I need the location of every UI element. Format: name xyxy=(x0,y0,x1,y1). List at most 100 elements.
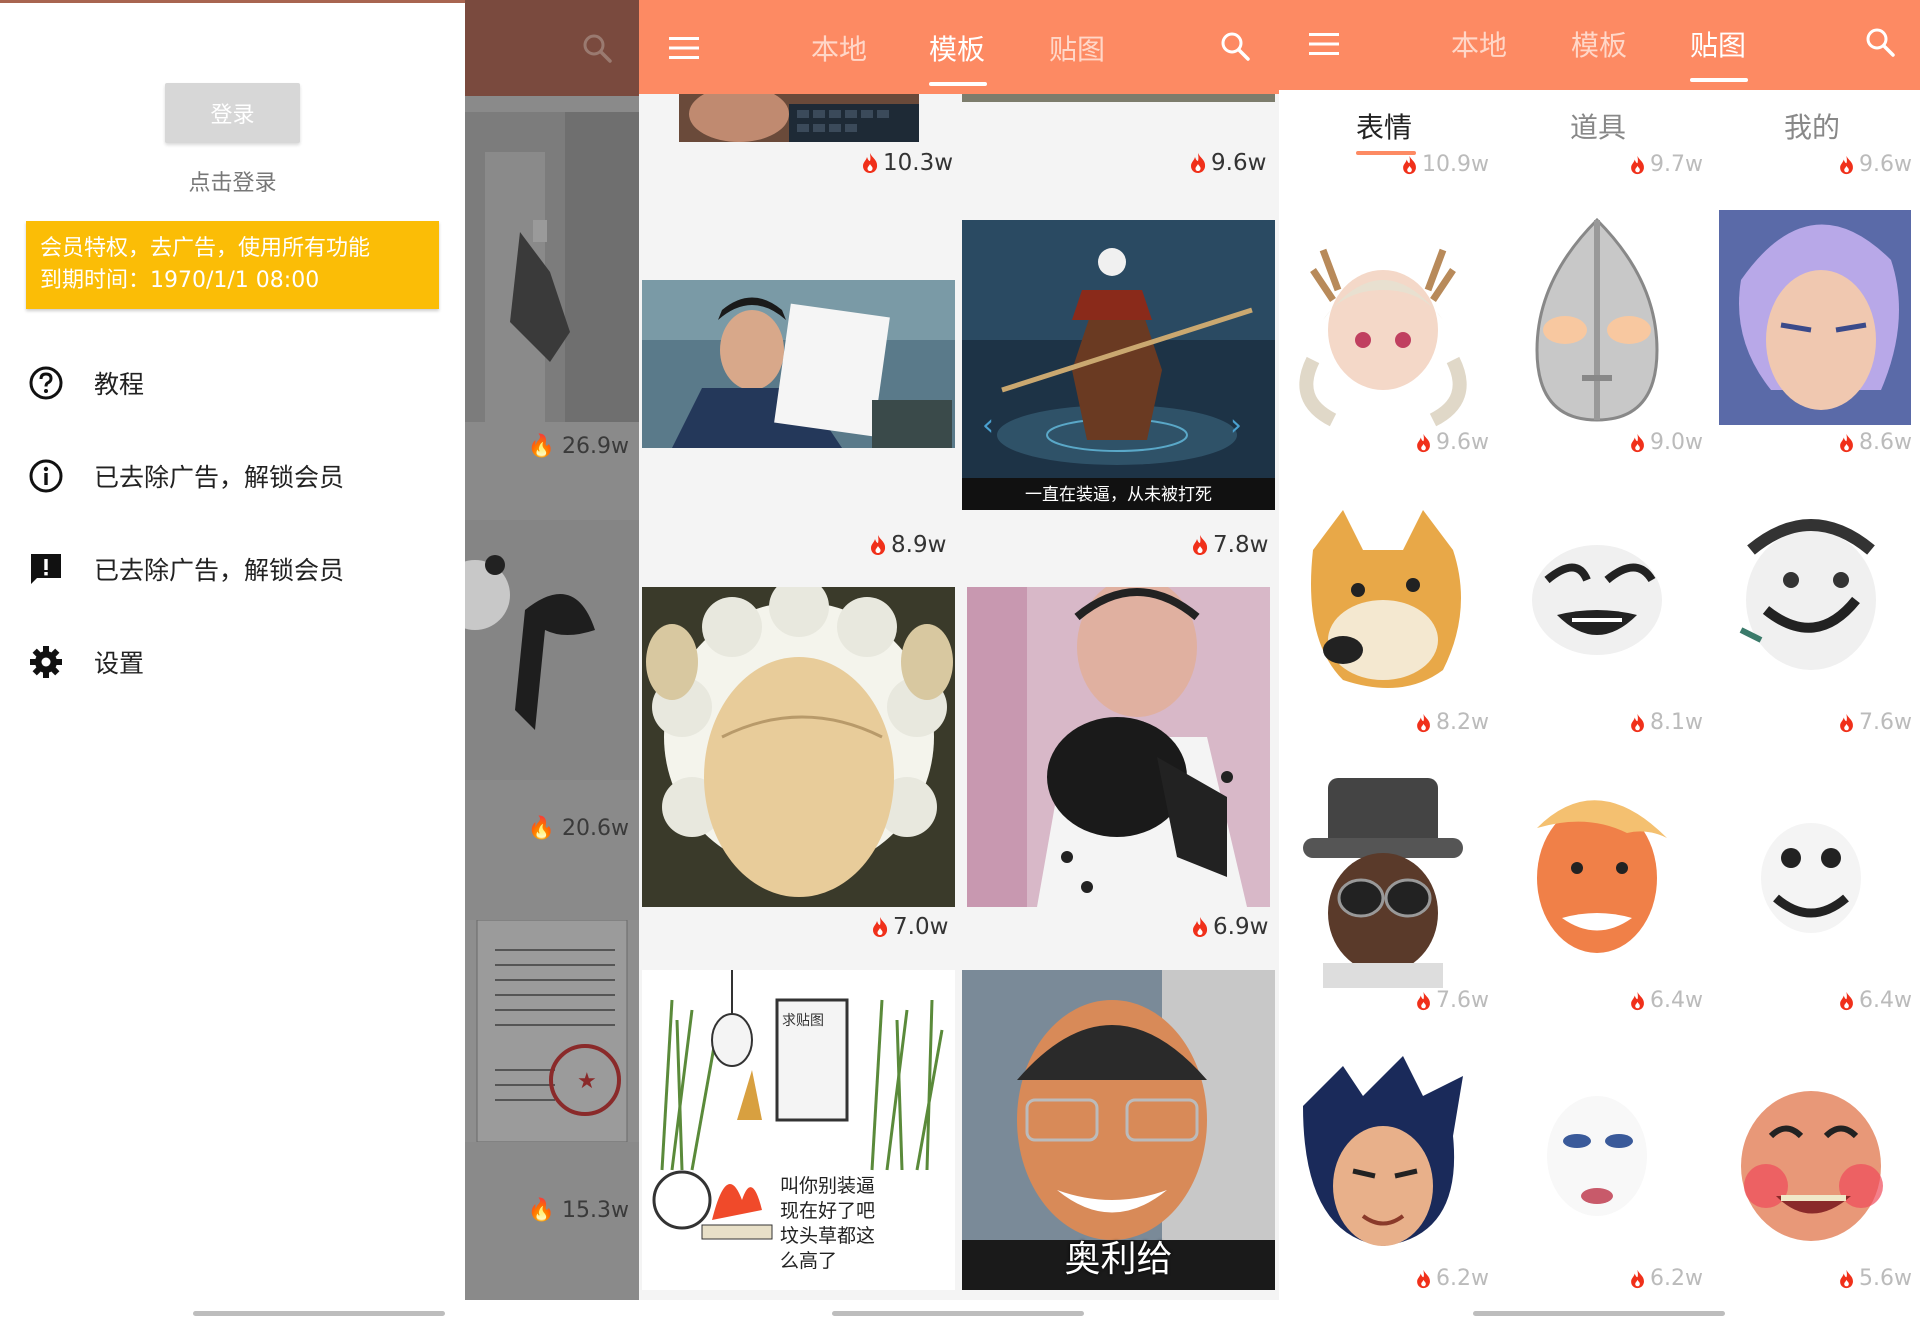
menu-icon[interactable] xyxy=(669,36,699,64)
tab-templates[interactable]: 模板 xyxy=(1571,24,1627,64)
svg-text:★: ★ xyxy=(577,1069,597,1094)
fire-icon xyxy=(1631,713,1644,732)
view-count: 9.6w xyxy=(1838,152,1912,177)
dimmed-thumbnail xyxy=(440,520,639,780)
home-indicator[interactable] xyxy=(193,1311,445,1316)
sticker-item[interactable] xyxy=(1497,210,1702,430)
view-count: 8.1w xyxy=(1629,710,1703,735)
menu-icon[interactable] xyxy=(1309,32,1339,60)
sticker-item[interactable] xyxy=(1497,768,1702,988)
sticker-item[interactable] xyxy=(1283,210,1488,430)
caption-text: 奥利给 xyxy=(1064,1239,1173,1280)
fire-icon xyxy=(1417,713,1430,732)
app-bar: 本地 模板 贴图 xyxy=(1279,0,1920,90)
gear-icon xyxy=(26,642,66,682)
view-count: 9.6w xyxy=(1189,150,1266,176)
fire-icon xyxy=(1631,1269,1644,1288)
sticker-item[interactable] xyxy=(1711,490,1916,710)
view-count: 7.0w xyxy=(871,914,948,940)
tab-local[interactable]: 本地 xyxy=(811,28,867,68)
sticker-item[interactable] xyxy=(1283,1046,1488,1266)
search-icon[interactable] xyxy=(1219,30,1251,66)
menu-item-label: 已去除广告，解锁会员 xyxy=(94,463,345,492)
view-count: 9.6w xyxy=(1415,430,1489,455)
view-count: 8.2w xyxy=(1415,710,1489,735)
tab-templates[interactable]: 模板 xyxy=(929,28,985,68)
view-count: 6.2w xyxy=(1629,1266,1703,1291)
home-indicator[interactable] xyxy=(1473,1311,1725,1316)
template-thumbnail[interactable] xyxy=(642,587,955,907)
app-bar: 本地 模板 贴图 xyxy=(639,0,1279,94)
fire-icon xyxy=(1403,155,1416,174)
view-count: 8.6w xyxy=(1838,430,1912,455)
sticker-item[interactable] xyxy=(1711,210,1916,430)
fire-icon xyxy=(1631,991,1644,1010)
login-hint[interactable]: 点击登录 xyxy=(0,165,465,197)
info-icon xyxy=(26,456,66,496)
subtab-props[interactable]: 道具 xyxy=(1570,106,1626,146)
view-count: 5.6w xyxy=(1838,1266,1912,1291)
tab-stickers[interactable]: 贴图 xyxy=(1690,24,1746,64)
sticker-item[interactable] xyxy=(1497,1046,1702,1266)
vip-expiry-text: 到期时间：1970/1/1 08:00 xyxy=(40,268,320,293)
menu-item-tutorial[interactable]: 教程 xyxy=(0,353,465,413)
tab-local[interactable]: 本地 xyxy=(1451,24,1507,64)
view-count: 7.6w xyxy=(1838,710,1912,735)
menu-item-unlock-vip[interactable]: 已去除广告，解锁会员 xyxy=(0,539,465,599)
vip-banner[interactable]: 会员特权，去广告，使用所有功能 到期时间：1970/1/1 08:00 xyxy=(26,221,439,309)
subtab-mine[interactable]: 我的 xyxy=(1784,106,1840,146)
menu-item-label: 教程 xyxy=(94,370,145,399)
template-thumbnail[interactable]: 奥利给 xyxy=(962,970,1275,1290)
template-thumbnail[interactable] xyxy=(642,280,955,448)
template-thumbnail[interactable]: ‹ › 一直在装逼，从未被打死 xyxy=(962,220,1275,510)
sticker-item[interactable] xyxy=(1497,490,1702,710)
view-count: 6.9w xyxy=(1191,914,1268,940)
fire-icon xyxy=(873,917,888,937)
template-thumbnail[interactable] xyxy=(679,94,919,142)
template-thumbnail[interactable]: 求贴图 叫你别装逼 现在好了吧 坟头草都这 么高了 xyxy=(642,970,955,1290)
view-count: 9.0w xyxy=(1629,430,1703,455)
dimmed-background[interactable]: 🔥 26.9w 🔥 20.6w ★ 🔥 15.3w xyxy=(440,0,639,1300)
search-icon[interactable] xyxy=(1864,26,1896,62)
fire-icon xyxy=(1193,535,1208,555)
view-count: 10.9w xyxy=(1401,152,1489,177)
view-count: 6.4w xyxy=(1629,988,1703,1013)
template-thumbnail[interactable] xyxy=(962,94,1275,102)
home-indicator[interactable] xyxy=(832,1311,1084,1316)
view-count: 10.3w xyxy=(861,150,953,176)
tab-stickers[interactable]: 贴图 xyxy=(1049,28,1105,68)
caption-text: 叫你别装逼 现在好了吧 坟头草都这 么高了 xyxy=(780,1175,876,1272)
login-button[interactable]: 登录 xyxy=(165,83,300,143)
fire-icon xyxy=(1840,991,1853,1010)
svg-text:‹: ‹ xyxy=(982,408,994,443)
tombstone-text: 求贴图 xyxy=(782,1013,824,1029)
screen-templates: 本地 模板 贴图 10.3w 9.6w 8.9w ‹ › 一直在装逼，从未被打死 … xyxy=(639,0,1279,1327)
sticker-item[interactable] xyxy=(1283,768,1488,988)
sticker-item[interactable] xyxy=(1711,1046,1916,1266)
fire-icon xyxy=(1417,991,1430,1010)
sticker-item[interactable] xyxy=(1711,768,1916,988)
search-icon xyxy=(581,32,613,68)
view-count: 🔥 20.6w xyxy=(527,816,629,841)
menu-item-settings[interactable]: 设置 xyxy=(0,632,465,692)
fire-icon xyxy=(1840,1269,1853,1288)
menu-item-remove-ads[interactable]: 已去除广告，解锁会员 xyxy=(0,446,465,506)
view-count: 🔥 15.3w xyxy=(527,1198,629,1223)
fire-icon xyxy=(1193,917,1208,937)
fire-icon xyxy=(863,153,878,173)
template-thumbnail[interactable] xyxy=(967,587,1270,907)
caption-text: 一直在装逼，从未被打死 xyxy=(1025,485,1212,505)
feedback-icon xyxy=(26,549,66,589)
fire-icon xyxy=(1191,153,1206,173)
subtab-expressions[interactable]: 表情 xyxy=(1356,106,1412,146)
view-count: 🔥 26.9w xyxy=(527,434,629,459)
tab-indicator xyxy=(929,82,987,86)
sticker-item[interactable] xyxy=(1283,490,1488,710)
dimmed-thumbnail xyxy=(465,112,639,422)
help-circle-icon xyxy=(26,363,66,403)
tab-indicator xyxy=(1690,78,1748,82)
screen-drawer: 🔥 26.9w 🔥 20.6w ★ 🔥 15.3w 登录 点击登录 会员特权，去… xyxy=(0,0,639,1327)
svg-text:›: › xyxy=(1230,408,1242,443)
vip-benefits-text: 会员特权，去广告，使用所有功能 xyxy=(40,236,371,261)
view-count: 6.4w xyxy=(1838,988,1912,1013)
